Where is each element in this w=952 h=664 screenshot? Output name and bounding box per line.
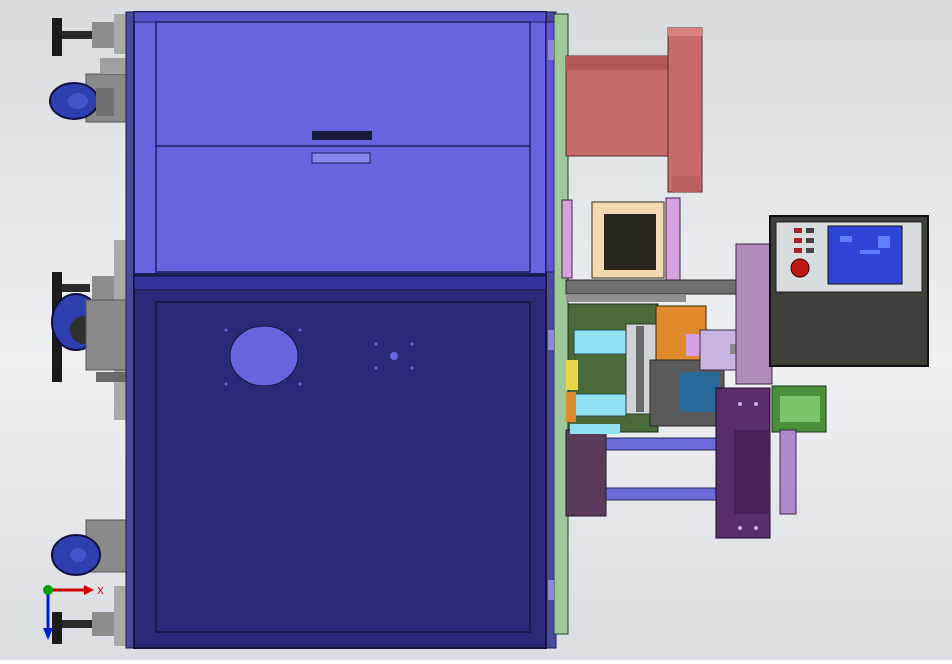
caster-wheel-bottom [51, 519, 131, 576]
cad-graphics-area[interactable]: X [0, 0, 952, 660]
control-panel [735, 215, 929, 385]
cutter-block [715, 385, 827, 539]
caster-wheel-top [49, 58, 131, 123]
emergency-stop-button [790, 258, 810, 278]
lower-cabinet [133, 275, 547, 649]
x-axis-label: X [97, 586, 104, 597]
leveling-foot-bottom [52, 586, 130, 646]
caster-wheel-middle [51, 293, 127, 382]
guide-rods [565, 424, 739, 517]
mount-hole [390, 352, 398, 360]
hmi-touchscreen [827, 225, 903, 285]
drawer-handle-upper [312, 131, 372, 140]
cable-port-hole [229, 325, 299, 387]
upper-cabinet [133, 11, 557, 275]
y-axis-point [43, 585, 53, 595]
leveling-foot-top [52, 14, 130, 56]
pay-off-reel [561, 197, 681, 283]
drawer-handle-lower [311, 152, 371, 164]
wire-spool [565, 27, 703, 193]
